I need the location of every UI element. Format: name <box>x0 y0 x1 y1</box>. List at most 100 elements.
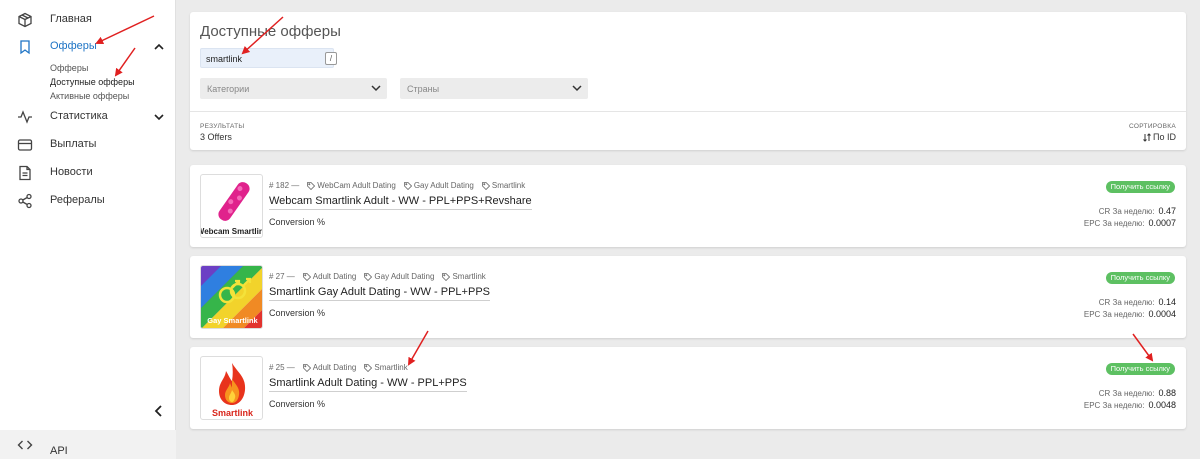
gay-smartlink-logo: Gay Smartlink <box>201 266 262 328</box>
get-link-button[interactable]: Получить ссылку <box>1105 363 1175 375</box>
sidebar-item-label: Рефералы <box>50 194 105 206</box>
offer-tag-label: Adult Dating <box>312 272 357 281</box>
cr-label: CR За неделю: <box>1098 298 1155 307</box>
offer-title[interactable]: Webcam Smartlink Adult - WW - PPL+PPS+Re… <box>269 195 532 210</box>
sidebar: Главная Офферы Офферы Доступные офферы А… <box>0 0 176 459</box>
epc-label: EPC За неделю: <box>1083 401 1145 410</box>
offer-tag-label: Gay Adult Dating <box>374 272 435 281</box>
sidebar-subitem-active-offers[interactable]: Активные офферы <box>50 91 129 101</box>
sidebar-item-news[interactable]: Новости <box>0 159 176 187</box>
offer-tag[interactable]: Smartlink <box>481 181 526 190</box>
page-title: Доступные офферы <box>200 23 341 40</box>
offer-card: Webcam Smartlink # 182 — WebCam Adult Da… <box>190 165 1186 247</box>
sidebar-item-label: Главная <box>50 13 92 25</box>
results-label: РЕЗУЛЬТАТЫ <box>200 123 245 130</box>
filter-panel: Доступные офферы / Категории Страны РЕЗУ… <box>190 12 1186 150</box>
smartlink-flame-logo: Smartlink <box>212 363 254 418</box>
offer-conversion: Conversion % <box>269 399 326 409</box>
categories-select-label: Категории <box>207 84 250 94</box>
offer-card: Smartlink # 25 — Adult Dating Smartlink … <box>190 347 1186 429</box>
offer-tag-label: Smartlink <box>491 181 526 190</box>
share-icon <box>18 193 32 209</box>
tag-icon <box>364 363 373 372</box>
offer-tag[interactable]: Smartlink <box>442 272 486 281</box>
search-field[interactable]: / <box>200 48 337 68</box>
offer-image-caption: Webcam Smartlink <box>201 227 263 236</box>
sidebar-item-label: Статистика <box>50 110 108 122</box>
epc-value: 0.0007 <box>1148 218 1176 228</box>
offer-tag-label: Smartlink <box>452 272 486 281</box>
tag-icon <box>403 181 412 190</box>
chevron-down-icon <box>572 85 582 92</box>
divider <box>190 111 1186 112</box>
tag-icon <box>481 181 490 190</box>
offer-tag[interactable]: Gay Adult Dating <box>403 181 474 190</box>
offer-image[interactable]: Webcam Smartlink <box>200 174 263 238</box>
offer-image[interactable]: Smartlink <box>200 356 263 420</box>
categories-select[interactable]: Категории <box>200 78 387 99</box>
epc-label: EPC За неделю: <box>1083 310 1145 319</box>
sidebar-item-label: Выплаты <box>50 138 97 150</box>
offer-id: # 25 — <box>269 363 295 372</box>
offer-image-caption: Smartlink <box>212 408 254 418</box>
sidebar-subitem-available-offers[interactable]: Доступные офферы <box>50 77 135 87</box>
activity-icon <box>18 110 32 124</box>
credit-card-icon <box>17 139 33 151</box>
offer-tag-label: Gay Adult Dating <box>413 181 474 190</box>
results-count: 3 Offers <box>200 132 232 142</box>
tag-icon <box>302 363 311 372</box>
offer-conversion: Conversion % <box>269 217 326 227</box>
sidebar-item-offers[interactable]: Офферы <box>0 33 176 61</box>
sidebar-subitem-offers[interactable]: Офферы <box>50 63 88 73</box>
sidebar-item-statistics[interactable]: Статистика <box>0 103 176 131</box>
sort-value: По ID <box>1153 132 1176 142</box>
offer-tag-label: WebCam Adult Dating <box>317 181 396 190</box>
cr-stat: CR За неделю: 0.88 <box>1099 388 1176 398</box>
document-icon <box>19 165 31 181</box>
offer-meta: # 27 — Adult Dating Gay Adult Dating Sma… <box>269 272 486 281</box>
epc-value: 0.0004 <box>1148 309 1176 319</box>
bookmark-icon <box>20 40 30 55</box>
sidebar-item-api[interactable]: API <box>0 430 176 459</box>
offer-tag[interactable]: WebCam Adult Dating <box>307 181 396 190</box>
chevron-down-icon <box>371 85 381 92</box>
offer-tag-label: Adult Dating <box>312 363 357 372</box>
cr-label: CR За неделю: <box>1098 207 1155 216</box>
get-link-button[interactable]: Получить ссылку <box>1105 181 1175 193</box>
chevron-up-icon[interactable] <box>152 40 166 54</box>
cr-value: 0.47 <box>1158 206 1176 216</box>
chevron-down-icon[interactable] <box>152 110 166 124</box>
sort-toggle[interactable]: По ID <box>1143 132 1176 142</box>
offer-card: Gay Smartlink # 27 — Adult Dating Gay Ad… <box>190 256 1186 338</box>
sort-icon <box>1143 132 1151 142</box>
offer-tag[interactable]: Adult Dating <box>302 363 357 372</box>
offer-id: # 182 — <box>269 181 300 190</box>
offer-id: # 27 — <box>269 272 295 281</box>
cr-stat: CR За неделю: 0.14 <box>1099 297 1176 307</box>
offer-tag[interactable]: Smartlink <box>364 363 408 372</box>
offer-title[interactable]: Smartlink Adult Dating - WW - PPL+PPS <box>269 377 467 392</box>
sidebar-item-referrals[interactable]: Рефералы <box>0 187 176 215</box>
box-icon <box>18 12 32 28</box>
epc-stat: EPC За неделю: 0.0007 <box>1084 218 1176 228</box>
search-input[interactable] <box>206 52 316 65</box>
epc-stat: EPC За неделю: 0.0048 <box>1084 400 1176 410</box>
sidebar-item-payouts[interactable]: Выплаты <box>0 131 176 159</box>
epc-stat: EPC За неделю: 0.0004 <box>1084 309 1176 319</box>
sidebar-item-label: Новости <box>50 166 93 178</box>
collapse-sidebar-icon[interactable] <box>150 402 168 420</box>
tag-icon <box>364 272 373 281</box>
get-link-button[interactable]: Получить ссылку <box>1105 272 1175 284</box>
offer-title[interactable]: Smartlink Gay Adult Dating - WW - PPL+PP… <box>269 286 490 301</box>
sidebar-item-label: Офферы <box>50 40 97 52</box>
countries-select[interactable]: Страны <box>400 78 588 99</box>
tag-icon <box>307 181 316 190</box>
cr-label: CR За неделю: <box>1098 389 1155 398</box>
offer-tag[interactable]: Gay Adult Dating <box>364 272 434 281</box>
offer-tag[interactable]: Adult Dating <box>302 272 357 281</box>
offer-image[interactable]: Gay Smartlink <box>200 265 263 329</box>
epc-label: EPC За неделю: <box>1083 219 1145 228</box>
offer-meta: # 182 — WebCam Adult Dating Gay Adult Da… <box>269 181 525 190</box>
code-icon <box>17 440 33 450</box>
sidebar-item-home[interactable]: Главная <box>0 6 176 34</box>
